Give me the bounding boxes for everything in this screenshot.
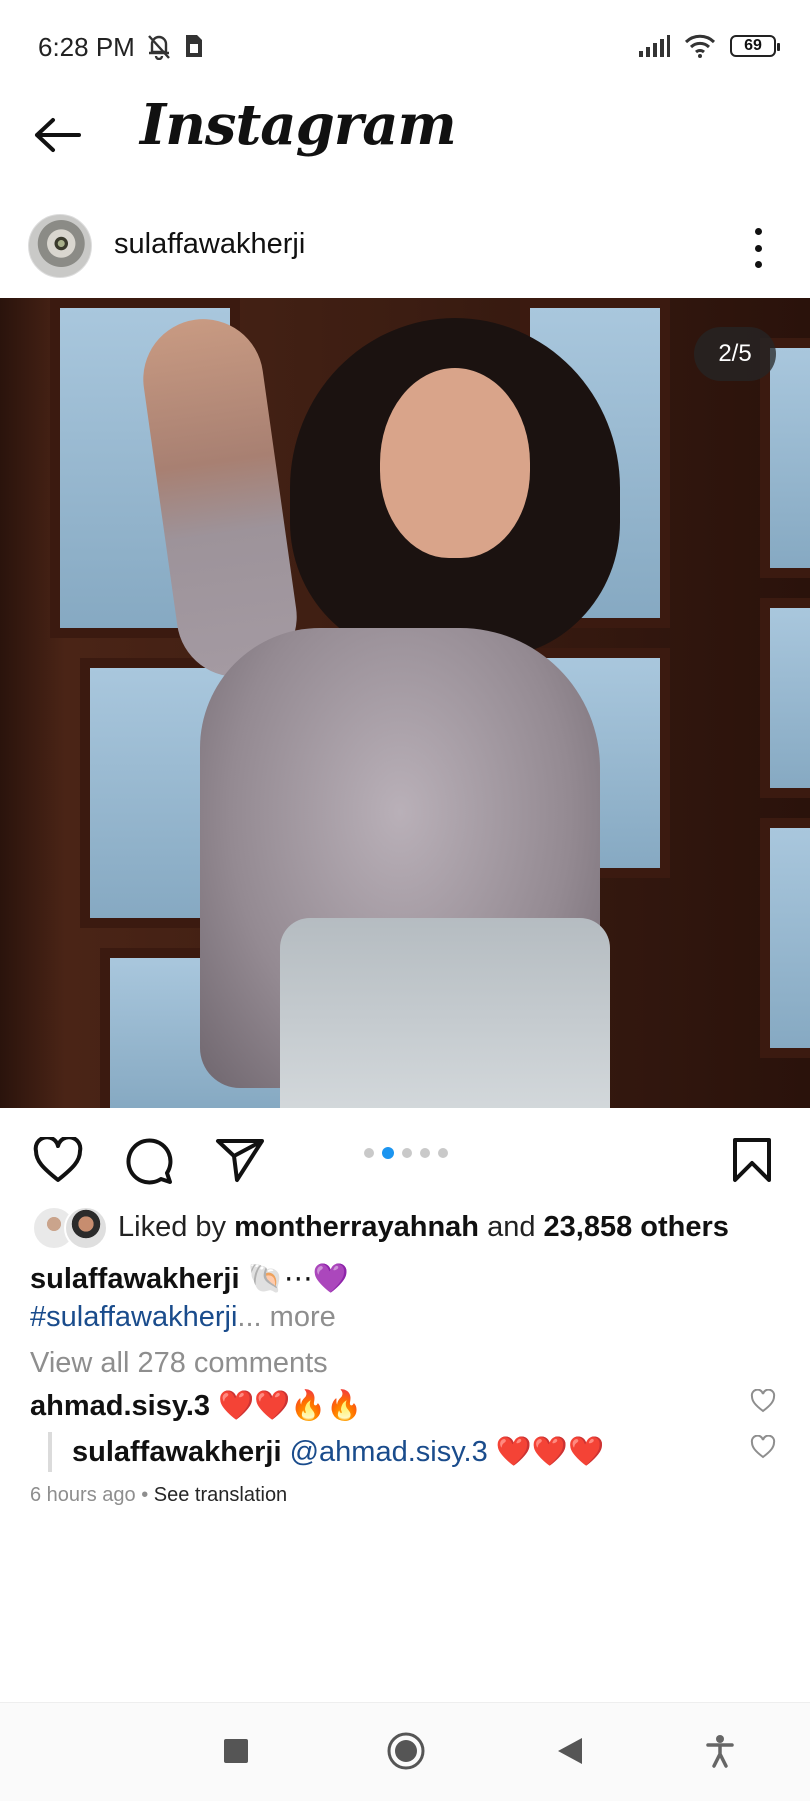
door-pane — [760, 598, 810, 798]
caption-more-link[interactable]: more — [270, 1301, 336, 1333]
sim-icon — [186, 35, 202, 57]
save-button[interactable] — [724, 1132, 780, 1188]
comment-username[interactable]: sulaffawakherji — [72, 1436, 282, 1468]
accessibility-button[interactable] — [694, 1725, 746, 1777]
heart-icon — [33, 1137, 83, 1182]
heart-icon — [750, 1435, 776, 1459]
likes-summary[interactable]: Liked by montherrayahnah and 23,858 othe… — [118, 1211, 729, 1244]
likes-count[interactable]: 23,858 others — [544, 1211, 729, 1243]
likes-prefix: Liked by — [118, 1211, 227, 1243]
post-image[interactable] — [0, 298, 810, 1108]
post-meta: 6 hours ago • See translation — [30, 1484, 287, 1507]
comment-mention[interactable]: @ahmad.sisy.3 — [290, 1436, 488, 1468]
comment: ahmad.sisy.3 ❤️❤️🔥🔥 — [30, 1389, 363, 1423]
caption-second-line: #sulaffawakherji... more — [30, 1301, 336, 1334]
carousel-dot — [364, 1148, 374, 1158]
door-pane — [760, 338, 810, 578]
status-left-icons — [146, 32, 204, 60]
see-translation-link[interactable]: See translation — [154, 1484, 287, 1506]
comment-bubble-icon — [126, 1138, 173, 1185]
image-counter-badge: 2/5 — [694, 327, 776, 381]
comment-text: ❤️❤️🔥🔥 — [218, 1390, 363, 1422]
person-jeans — [280, 918, 610, 1108]
triangle-back-icon — [558, 1738, 582, 1764]
view-all-comments-link[interactable]: View all 278 comments — [30, 1347, 328, 1380]
carousel-dot — [420, 1148, 430, 1158]
caption-username[interactable]: sulaffawakherji — [30, 1263, 240, 1295]
square-icon — [224, 1739, 248, 1763]
wifi-icon — [684, 34, 716, 58]
caption-hashtag[interactable]: #sulaffawakherji — [30, 1301, 237, 1333]
more-dot-icon — [754, 261, 762, 268]
status-right-icons: 69 — [638, 34, 780, 58]
heart-icon — [750, 1389, 776, 1413]
comment-button[interactable] — [120, 1132, 176, 1188]
battery-icon: 69 — [730, 35, 780, 57]
liker-avatars[interactable] — [32, 1206, 108, 1250]
carousel-dot — [382, 1147, 394, 1159]
back-nav-button[interactable] — [544, 1725, 596, 1777]
like-button[interactable] — [30, 1132, 86, 1188]
system-nav-bar — [0, 1702, 810, 1801]
carousel-dot — [402, 1148, 412, 1158]
accessibility-icon — [706, 1735, 734, 1768]
carousel-indicator — [364, 1147, 448, 1159]
home-circle-icon — [387, 1732, 425, 1770]
avatar — [64, 1206, 108, 1250]
more-options-button[interactable] — [752, 228, 764, 268]
likes-conjunction: and — [487, 1211, 536, 1243]
paper-plane-icon — [216, 1139, 264, 1182]
caption-text: 🐚⋯💜 — [247, 1263, 349, 1295]
more-dot-icon — [754, 244, 762, 252]
meta-separator: • — [135, 1484, 154, 1506]
status-time: 6:28 PM — [38, 32, 135, 62]
comment-reply: sulaffawakherji @ahmad.sisy.3 ❤️❤️❤️ — [72, 1435, 604, 1469]
liker-username[interactable]: montherrayahnah — [234, 1211, 479, 1243]
back-button[interactable] — [30, 108, 84, 162]
door-pane — [760, 818, 810, 1058]
comment-like-button[interactable] — [748, 1386, 778, 1416]
share-button[interactable] — [212, 1132, 268, 1188]
comment-like-button[interactable] — [748, 1432, 778, 1462]
signal-icon — [639, 35, 670, 57]
comment-text: ❤️❤️❤️ — [495, 1436, 605, 1468]
caption-ellipsis: ... — [237, 1301, 262, 1333]
instagram-logo: Instagram — [140, 92, 457, 158]
carousel-dot — [438, 1148, 448, 1158]
arrow-left-icon — [35, 118, 81, 152]
recents-button[interactable] — [210, 1725, 262, 1777]
person-face — [380, 368, 530, 558]
reply-indent-bar — [48, 1432, 52, 1472]
post-author-username[interactable]: sulaffawakherji — [114, 228, 305, 261]
home-button[interactable] — [380, 1725, 432, 1777]
muted-bell-icon — [148, 35, 170, 60]
post-author-avatar[interactable] — [28, 214, 92, 278]
comment-username[interactable]: ahmad.sisy.3 — [30, 1390, 210, 1422]
bookmark-icon — [733, 1138, 771, 1182]
post-timestamp: 6 hours ago — [30, 1484, 136, 1506]
more-dot-icon — [754, 228, 762, 235]
caption: sulaffawakherji 🐚⋯💜 — [30, 1261, 349, 1296]
battery-level: 69 — [744, 37, 762, 54]
